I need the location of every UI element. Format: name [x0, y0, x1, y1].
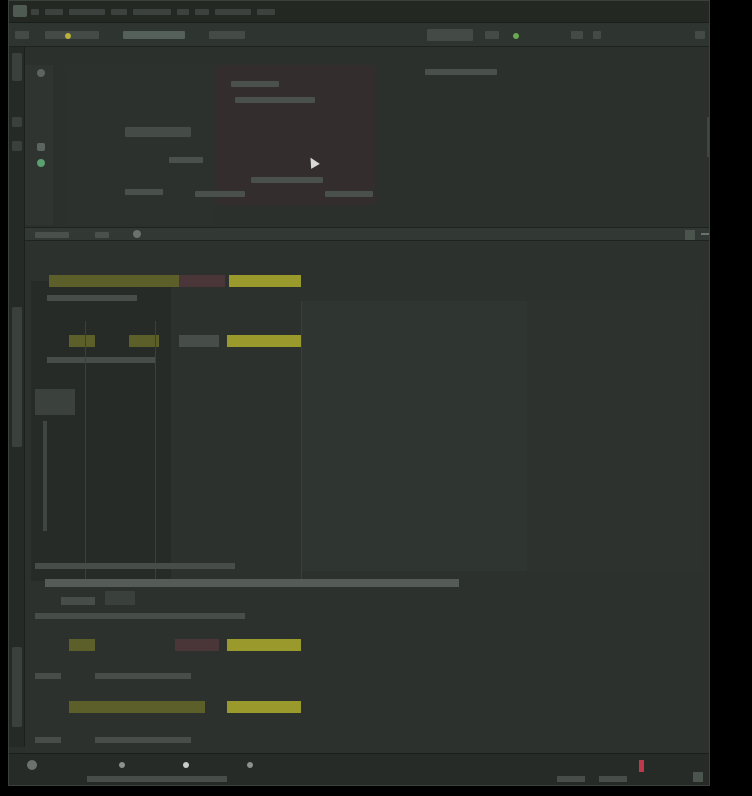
pattern-clip[interactable] [179, 275, 225, 287]
clock-icon [183, 762, 189, 768]
menu-item[interactable] [177, 9, 189, 15]
pattern-clip[interactable] [69, 639, 95, 651]
status-text [599, 776, 627, 782]
rail-tab[interactable] [12, 307, 22, 447]
browser-row[interactable] [125, 127, 191, 137]
toolbar-field[interactable] [45, 31, 99, 39]
record-indicator-icon [65, 33, 71, 39]
app-icon [13, 5, 27, 17]
menu-item[interactable] [111, 9, 127, 15]
browser-row[interactable] [169, 157, 203, 163]
toolbar-field[interactable] [123, 31, 185, 39]
toolbar-button[interactable] [15, 31, 29, 39]
bottom-tab[interactable] [247, 758, 257, 772]
browser-row[interactable] [125, 189, 163, 195]
minimize-icon[interactable] [701, 233, 709, 235]
home-icon[interactable] [27, 760, 37, 770]
pattern-area [301, 301, 527, 571]
tool-strip [25, 65, 53, 225]
grid-line [85, 321, 86, 581]
status-led-icon [513, 33, 519, 39]
pin-icon[interactable] [133, 230, 141, 238]
rail-tab[interactable] [12, 53, 22, 81]
automation-lane[interactable] [47, 357, 155, 363]
bottom-tab[interactable] [183, 758, 193, 772]
menu-item[interactable] [69, 9, 105, 15]
track-label [35, 673, 61, 679]
browser-pane [65, 65, 215, 225]
grid-line [301, 301, 302, 581]
transport-control[interactable] [195, 191, 245, 197]
top-panel [25, 47, 709, 227]
pattern-clip[interactable] [69, 701, 205, 713]
toolbar [9, 23, 709, 47]
mixer-label [35, 613, 245, 619]
pattern-clip[interactable] [49, 275, 179, 287]
cpu-meter [639, 760, 644, 772]
rail-tab[interactable] [12, 141, 22, 151]
info-icon [247, 762, 253, 768]
left-rail [9, 47, 25, 747]
clip-label [231, 81, 279, 87]
mixer-strip[interactable] [45, 579, 459, 587]
panel-title [35, 232, 69, 238]
toolbar-button[interactable] [485, 31, 499, 39]
transport-control[interactable] [325, 191, 373, 197]
playlist-workspace [25, 241, 709, 753]
panel-tab[interactable] [95, 232, 109, 238]
settings-icon[interactable] [695, 31, 705, 39]
grid-line [155, 321, 156, 581]
panel-splitter[interactable] [25, 227, 709, 241]
status-bar [9, 753, 709, 785]
pattern-area-right [527, 301, 703, 571]
mixer-label [95, 563, 235, 569]
track-header-column [31, 281, 171, 581]
title-bar [9, 1, 709, 23]
level-meter [43, 421, 47, 531]
application-window [8, 0, 710, 786]
plus-icon[interactable] [37, 69, 45, 77]
maximize-icon[interactable] [685, 230, 695, 240]
wrench-icon [119, 762, 125, 768]
mixer-insert[interactable] [105, 591, 135, 605]
clip-label [251, 177, 323, 183]
toolbar-button[interactable] [209, 31, 245, 39]
track-label [95, 737, 191, 743]
pattern-clip[interactable] [175, 639, 219, 651]
pattern-clip[interactable] [227, 335, 301, 347]
pattern-clip[interactable] [227, 701, 301, 713]
clip-label [425, 69, 497, 75]
menu-bar [31, 5, 275, 19]
active-tool-icon[interactable] [37, 159, 45, 167]
vertical-scrollbar[interactable] [707, 117, 709, 157]
menu-item[interactable] [215, 9, 251, 15]
menu-item[interactable] [195, 9, 209, 15]
menu-item[interactable] [31, 9, 39, 15]
toolbar-button[interactable] [593, 31, 601, 39]
bottom-tab[interactable] [119, 758, 129, 772]
toolbar-button[interactable] [571, 31, 583, 39]
pattern-clip[interactable] [69, 335, 95, 347]
menu-item[interactable] [133, 9, 171, 15]
menu-item[interactable] [257, 9, 275, 15]
resize-grip-icon[interactable] [693, 772, 703, 782]
tool-icon[interactable] [37, 143, 45, 151]
mixer-insert[interactable] [61, 597, 95, 605]
track-label [95, 673, 191, 679]
menu-item[interactable] [45, 9, 63, 15]
status-text [557, 776, 585, 782]
rail-tab[interactable] [12, 647, 22, 727]
automation-lane[interactable] [47, 295, 137, 301]
track-button[interactable] [35, 389, 75, 415]
pattern-clip[interactable] [227, 639, 301, 651]
pattern-clip[interactable] [179, 335, 219, 347]
hint-bar [87, 776, 227, 782]
toolbar-display [427, 29, 473, 41]
track-label [35, 737, 61, 743]
pattern-clip[interactable] [229, 275, 301, 287]
mixer-label [35, 563, 95, 569]
rail-tab[interactable] [12, 117, 22, 127]
clip-label [235, 97, 315, 103]
